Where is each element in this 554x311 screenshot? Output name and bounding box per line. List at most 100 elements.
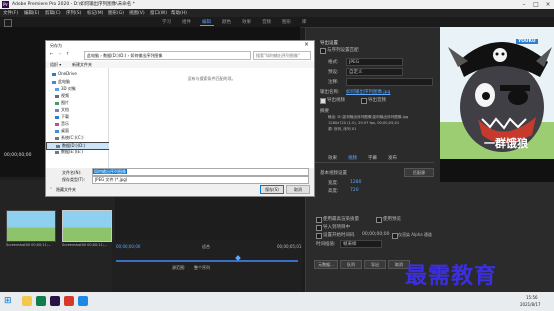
menu-help[interactable]: 帮助(H) (171, 10, 187, 16)
file-explorer-icon[interactable] (22, 296, 32, 306)
tab-publish[interactable]: 发布 (388, 155, 397, 161)
source-range-bar[interactable] (116, 260, 298, 262)
maximize-icon[interactable]: □ (530, 0, 542, 9)
close-icon[interactable]: × (542, 0, 554, 9)
dialog-titlebar: 另存为 × (46, 41, 314, 49)
path-segment[interactable]: 此电脑 (85, 53, 99, 58)
source-range-value[interactable]: 整个序列 (194, 265, 210, 271)
sidebar-item-3d[interactable]: 3D 对象 (55, 86, 76, 92)
preset-select[interactable]: 自定义 (346, 68, 403, 76)
save-button[interactable]: 保存(S) (260, 185, 284, 194)
workspace-tab[interactable]: 图形 (282, 19, 291, 25)
match-source-button[interactable]: 匹配源 (404, 168, 434, 177)
use-previews-label: 使用预览 (383, 217, 401, 222)
workspace-tab[interactable]: 颜色 (222, 19, 231, 25)
menu-clip[interactable]: 剪辑(C) (45, 10, 61, 16)
export-video-checkbox[interactable] (320, 98, 326, 104)
clip-thumbnail[interactable] (6, 210, 56, 242)
dialog-close-icon[interactable]: × (304, 41, 309, 48)
menu-view[interactable]: 视图(V) (129, 10, 145, 16)
workspace-tab[interactable]: 库 (302, 19, 307, 25)
set-timecode-checkbox[interactable] (316, 233, 322, 239)
dialog-sidebar: OneDrive 此电脑 3D 对象 视频 图片 文档 下载 音乐 桌面 系统(… (46, 68, 117, 168)
cloud-icon (52, 72, 56, 76)
sidebar-item-onedrive[interactable]: OneDrive (52, 71, 77, 76)
render-alpha-label: 仅渲染 Alpha 通道 (398, 232, 432, 237)
tab-effects[interactable]: 效果 (328, 155, 337, 161)
sidebar-item-music[interactable]: 音乐 (55, 121, 69, 127)
width-value[interactable]: 1280 (350, 180, 361, 185)
metadata-button[interactable]: 元数据... (314, 260, 338, 269)
height-value[interactable]: 720 (350, 188, 359, 193)
export-button[interactable]: 导出 (364, 260, 386, 269)
time-interp-select[interactable]: 帧采样 (340, 240, 382, 248)
search-placeholder: 搜索"如何输出序列图像" (256, 53, 300, 58)
filename-value: 如何输出序列图像 (93, 169, 127, 174)
computer-icon (52, 80, 56, 84)
back-arrow-icon[interactable]: ← (50, 51, 53, 56)
filetype-select[interactable]: JPEG 文件 (*.jpg) (92, 176, 309, 184)
hide-folders-toggle[interactable]: 隐藏文件夹 (56, 187, 76, 193)
up-arrow-icon[interactable]: ↑ (66, 51, 69, 56)
timecode-value[interactable]: 00;00;00;00 (362, 232, 389, 237)
sidebar-item-downloads[interactable]: 下载 (55, 114, 69, 120)
sidebar-item-pictures[interactable]: 图片 (55, 100, 69, 106)
taskbar: ⊞ 15:56 2021/8/17 (0, 292, 554, 311)
menu-file[interactable]: 文件(F) (3, 10, 18, 16)
browser-icon[interactable] (78, 296, 88, 306)
filetype-label: 保存类型(T): (62, 177, 85, 182)
sidebar-item-this-pc[interactable]: 此电脑 (52, 79, 70, 85)
premiere-taskbar-icon[interactable] (50, 296, 60, 306)
sidebar-item-drive-c[interactable]: 系统(C:)(C:) (55, 135, 84, 141)
basic-video-label: 基本视频设置 (320, 171, 347, 176)
sidebar-item-drive-e[interactable]: 数据(E:)(E:) (55, 149, 83, 155)
export-settings-panel: 导出设置 与序列设置匹配 格式: JPEG 预设: 自定义 注释: 输出名称: … (305, 27, 442, 294)
max-render-checkbox[interactable] (316, 217, 322, 223)
app-icon[interactable] (64, 296, 74, 306)
fit-dropdown[interactable]: 适合 (202, 244, 210, 250)
workspace-tab[interactable]: 效果 (242, 19, 251, 25)
tab-captions[interactable]: 字幕 (368, 155, 377, 161)
queue-button[interactable]: 队列 (340, 260, 362, 269)
use-previews-checkbox[interactable] (376, 217, 382, 223)
summary-output: 输出: D:\如何输出序列图像\如何输出序列图像.jpg (328, 115, 409, 119)
forward-arrow-icon[interactable]: → (58, 51, 61, 56)
match-sequence-checkbox[interactable] (320, 48, 326, 54)
file-list[interactable]: 没有与搜索条件匹配的项。 (109, 68, 314, 168)
export-video-label: 导出视频 (327, 98, 345, 103)
home-icon[interactable] (4, 19, 12, 27)
path-segment[interactable]: 数据(D:)(D:) (103, 53, 126, 58)
sidebar-item-documents[interactable]: 文档 (55, 107, 69, 113)
time-interp-label: 时间插值: (316, 242, 336, 247)
path-segment[interactable]: 如何输出序列图像 (130, 53, 162, 58)
app-icon[interactable] (36, 296, 46, 306)
clip-thumbnail[interactable] (62, 210, 112, 242)
sidebar-item-desktop[interactable]: 桌面 (55, 128, 69, 134)
search-input[interactable]: 搜索"如何输出序列图像" (253, 51, 311, 60)
tc-out: 00;00;05;01 (277, 244, 302, 249)
menu-sequence[interactable]: 序列(S) (66, 10, 81, 16)
menu-graphics[interactable]: 图形(G) (108, 10, 124, 16)
menu-window[interactable]: 窗口(W) (150, 10, 167, 16)
video-icon (55, 94, 59, 98)
comment-field[interactable] (346, 78, 433, 86)
empty-message: 没有与搜索条件匹配的项。 (187, 76, 236, 81)
windows-start-icon[interactable]: ⊞ (4, 296, 14, 306)
minimize-icon[interactable]: – (518, 0, 530, 9)
cancel-button[interactable]: 取消 (286, 185, 310, 194)
address-bar[interactable]: 此电脑 › 数据(D:)(D:) › 如何输出序列图像 (84, 51, 251, 60)
menu-edit[interactable]: 编辑(E) (24, 10, 39, 16)
workspace-tab[interactable]: 音频 (262, 19, 271, 25)
export-audio-checkbox[interactable] (361, 98, 367, 104)
output-name-link[interactable]: 如何输出序列图像.jpg (346, 89, 390, 95)
chevron-up-icon[interactable]: ˄ (50, 187, 52, 192)
workspace-tab[interactable]: 学习 (162, 19, 171, 25)
workspace-tab[interactable]: 组件 (182, 19, 191, 25)
format-select[interactable]: JPEG (346, 58, 403, 66)
tab-video[interactable]: 视频 (348, 155, 357, 161)
import-project-checkbox[interactable] (316, 225, 322, 231)
menu-marker[interactable]: 标记(M) (87, 10, 103, 16)
filename-input[interactable]: 如何输出序列图像 (92, 168, 309, 176)
sidebar-item-videos[interactable]: 视频 (55, 93, 69, 99)
export-tabs: 效果 视频 字幕 发布 (314, 154, 434, 163)
